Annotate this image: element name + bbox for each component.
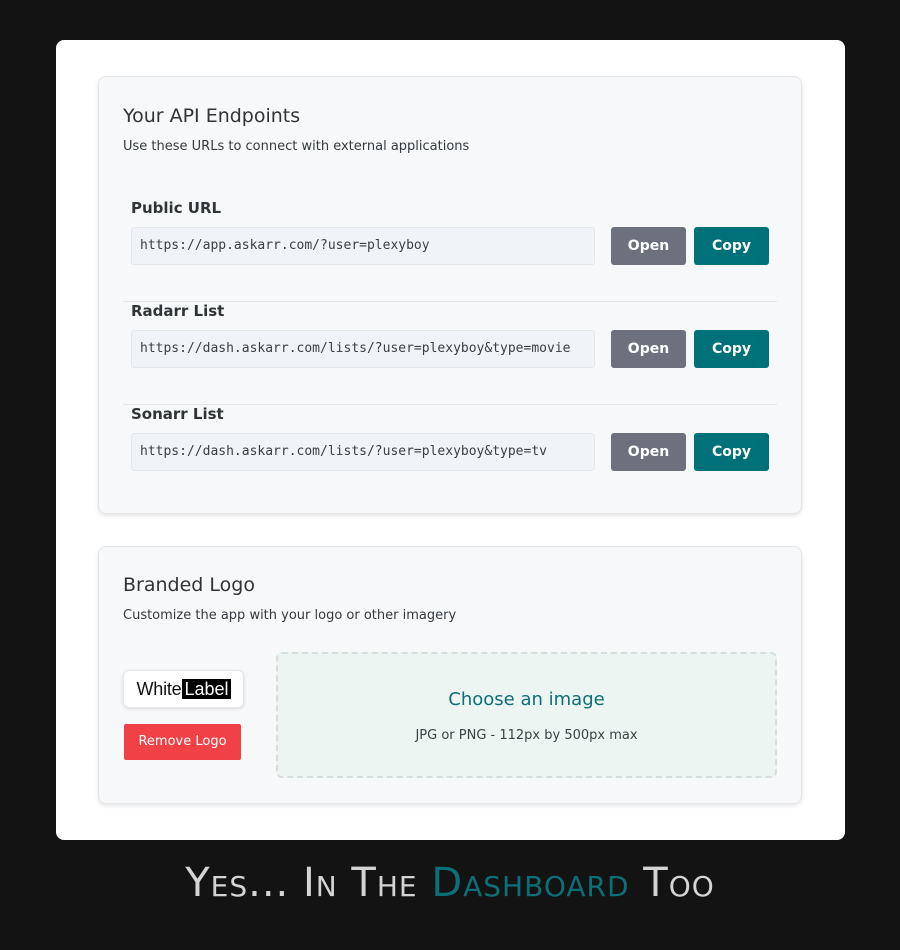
endpoint-url-field[interactable]: https://app.askarr.com/?user=plexyboy [131,227,595,265]
api-endpoints-subtitle: Use these URLs to connect with external … [123,139,470,154]
settings-panel: Your API Endpoints Use these URLs to con… [56,40,845,840]
api-endpoints-title: Your API Endpoints [123,105,301,127]
endpoint-public-url: Public URL https://app.askarr.com/?user=… [123,199,777,302]
open-button[interactable]: Open [611,227,686,265]
endpoint-label: Radarr List [131,302,225,320]
endpoint-radarr-list: Radarr List https://dash.askarr.com/list… [123,302,777,405]
endpoint-url-field[interactable]: https://dash.askarr.com/lists/?user=plex… [131,330,595,368]
copy-button[interactable]: Copy [694,227,769,265]
logo-text-label: Label [182,679,231,699]
image-dropzone[interactable]: Choose an image JPG or PNG - 112px by 50… [276,652,777,778]
choose-image-label[interactable]: Choose an image [278,689,775,710]
copy-button[interactable]: Copy [694,433,769,471]
api-endpoints-card: Your API Endpoints Use these URLs to con… [98,76,802,514]
branded-logo-card: Branded Logo Customize the app with your… [98,546,802,804]
tagline-part-1: Yes... In The [185,860,418,906]
branded-logo-subtitle: Customize the app with your logo or othe… [123,608,457,623]
endpoint-label: Public URL [131,199,222,217]
copy-button[interactable]: Copy [694,330,769,368]
branded-logo-title: Branded Logo [123,574,255,596]
remove-logo-button[interactable]: Remove Logo [124,724,241,760]
open-button[interactable]: Open [611,330,686,368]
endpoint-label: Sonarr List [131,405,224,423]
image-requirements-hint: JPG or PNG - 112px by 500px max [415,728,638,743]
open-button[interactable]: Open [611,433,686,471]
endpoint-url-field[interactable]: https://dash.askarr.com/lists/?user=plex… [131,433,595,471]
logo-text-white: White [136,678,182,699]
endpoint-sonarr-list: Sonarr List https://dash.askarr.com/list… [123,405,777,508]
tagline-highlight: Dashboard [431,860,630,906]
tagline-part-2: Too [643,860,715,906]
logo-preview: White Label [123,670,244,708]
tagline: Yes... In The Dashboard Too [0,860,900,906]
